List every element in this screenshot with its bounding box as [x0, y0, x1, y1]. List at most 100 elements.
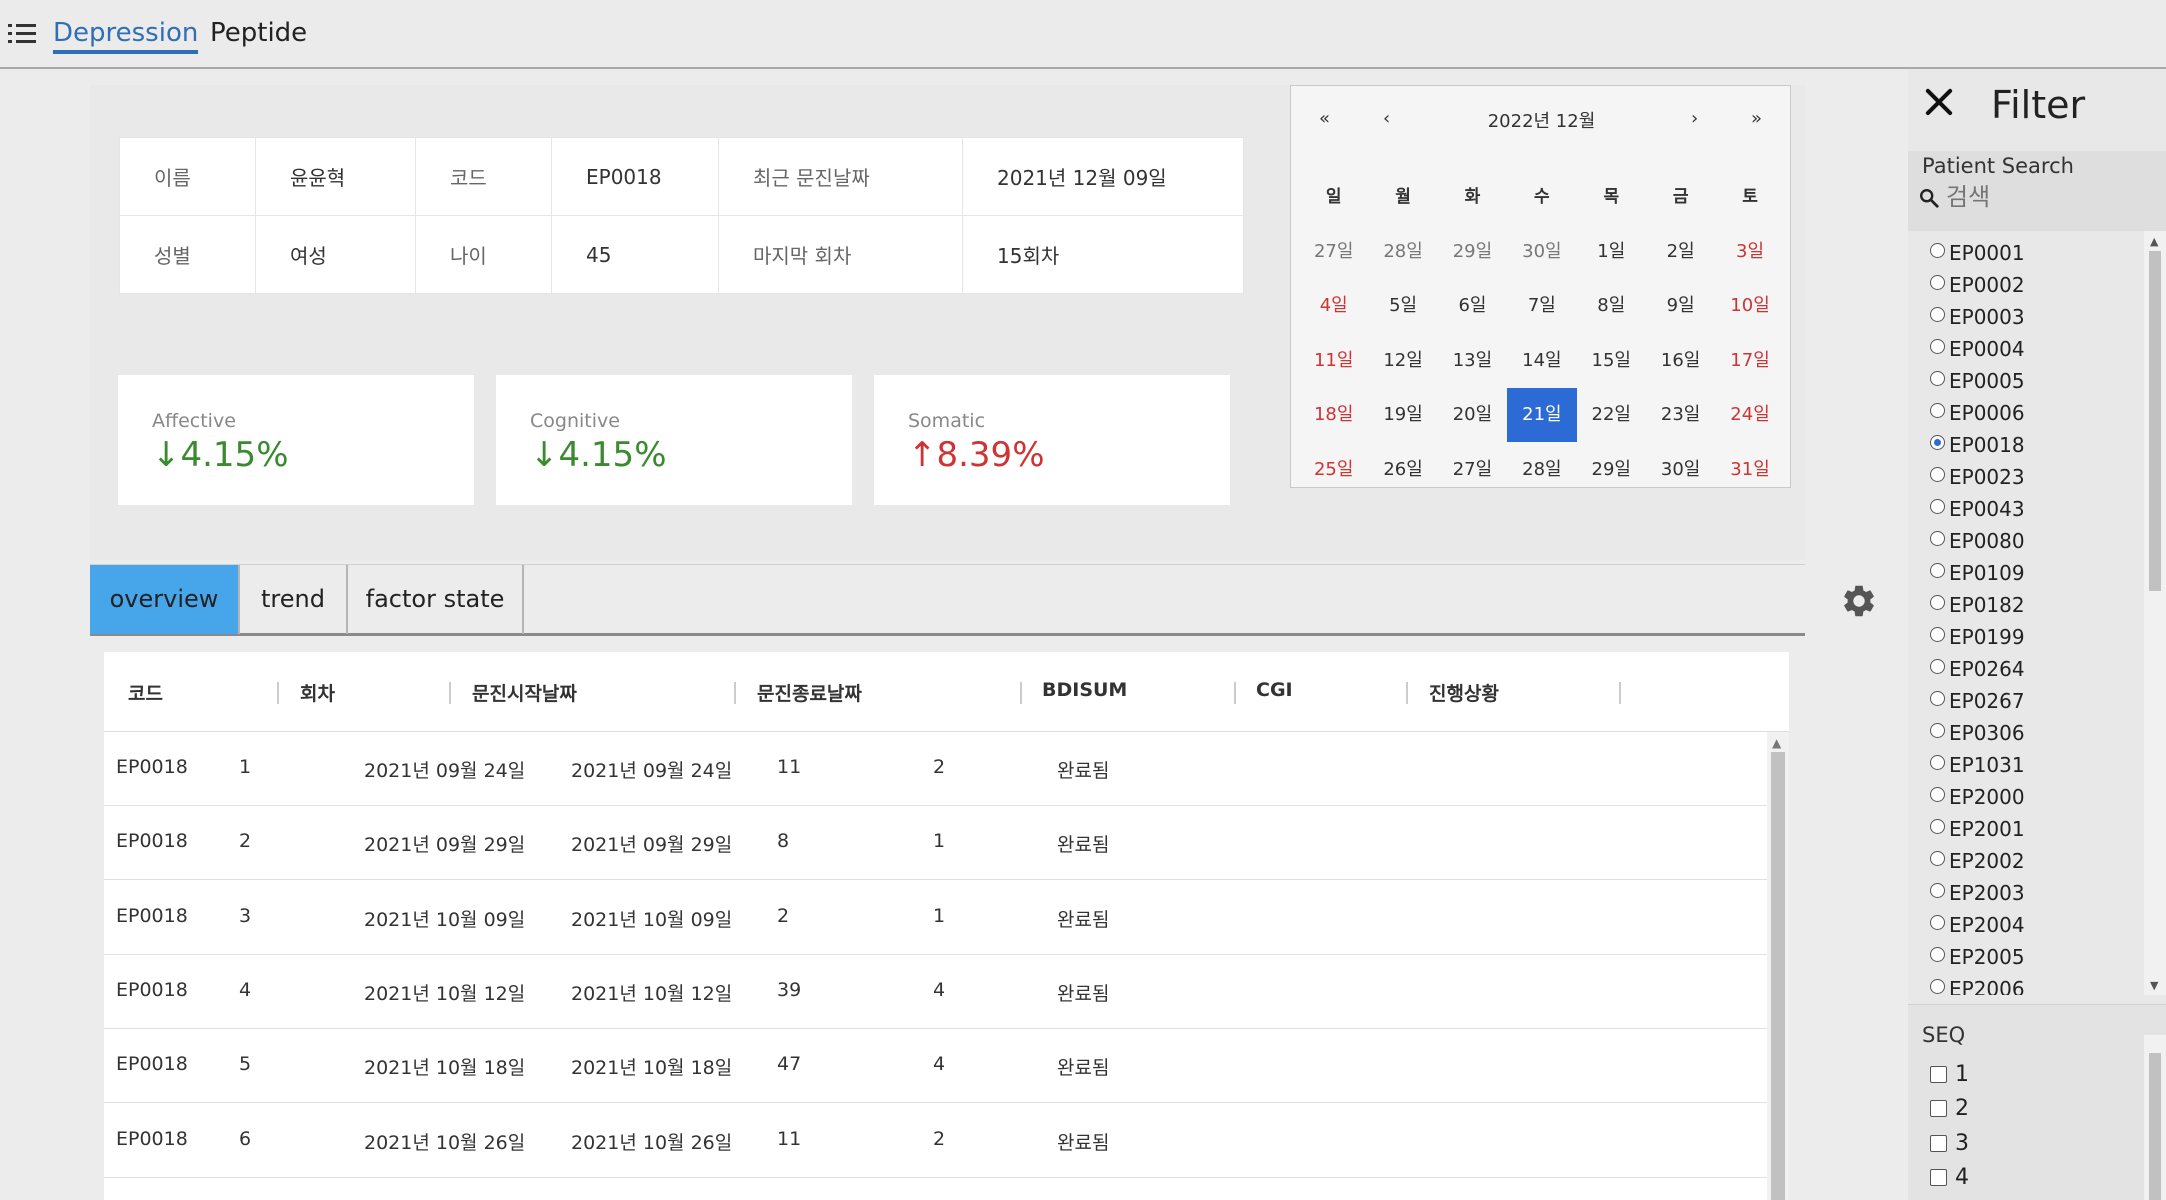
col-end-date[interactable]: 문진종료날짜	[757, 679, 862, 706]
patient-option[interactable]: EP0001	[1908, 237, 2144, 269]
patient-option[interactable]: EP2004	[1908, 909, 2144, 941]
tab-trend[interactable]: trend	[240, 565, 348, 634]
gear-icon[interactable]	[1840, 582, 1878, 620]
table-row[interactable]: EP0018 4 2021년 10월 12일 2021년 10월 12일 39 4 완료됨	[104, 955, 1767, 1029]
radio-button[interactable]	[1930, 530, 1945, 546]
radio-button[interactable]	[1930, 786, 1945, 802]
checkbox[interactable]	[1930, 1065, 1947, 1083]
calendar-day[interactable]: 26일	[1368, 443, 1437, 497]
scroll-up-icon[interactable]: ▲	[2150, 235, 2158, 248]
calendar-day[interactable]: 4일	[1299, 279, 1368, 333]
calendar-day[interactable]: 27일	[1299, 225, 1368, 279]
radio-button[interactable]	[1930, 882, 1945, 898]
calendar-day[interactable]: 8일	[1577, 279, 1646, 333]
scroll-down-icon[interactable]: ▼	[2150, 979, 2158, 992]
column-divider[interactable]	[449, 682, 451, 704]
patient-option[interactable]: EP0264	[1908, 653, 2144, 685]
radio-button[interactable]	[1930, 690, 1945, 706]
tab-factor-state[interactable]: factor state	[348, 565, 524, 634]
calendar-day[interactable]: 25일	[1299, 443, 1368, 497]
calendar-day[interactable]: 27일	[1438, 443, 1507, 497]
radio-button[interactable]	[1930, 370, 1945, 386]
radio-button[interactable]	[1930, 626, 1945, 642]
radio-button[interactable]	[1930, 658, 1945, 674]
seq-scrollbar[interactable]	[2144, 1035, 2166, 1200]
calendar-day[interactable]: 18일	[1299, 388, 1368, 442]
radio-button[interactable]	[1930, 466, 1945, 482]
patient-option[interactable]: EP2003	[1908, 877, 2144, 909]
col-cgi[interactable]: CGI	[1256, 679, 1293, 701]
next-year-button[interactable]: »	[1751, 108, 1762, 129]
calendar-day[interactable]: 19일	[1368, 388, 1437, 442]
calendar-day[interactable]: 23일	[1646, 388, 1715, 442]
radio-button[interactable]	[1930, 498, 1945, 514]
radio-button[interactable]	[1930, 818, 1945, 834]
calendar-day[interactable]: 17일	[1715, 334, 1784, 388]
column-divider[interactable]	[1020, 682, 1022, 704]
column-divider[interactable]	[1619, 682, 1621, 704]
calendar-day[interactable]: 31일	[1715, 443, 1784, 497]
col-start-date[interactable]: 문진시작날짜	[472, 679, 577, 706]
seq-option[interactable]: 1	[1930, 1057, 1969, 1092]
column-divider[interactable]	[734, 682, 736, 704]
patient-option[interactable]: EP0109	[1908, 557, 2144, 589]
table-row[interactable]: EP0018 3 2021년 10월 09일 2021년 10월 09일 2 1 완료됨	[104, 881, 1767, 955]
calendar-day[interactable]: 30일	[1507, 225, 1576, 279]
calendar-day[interactable]: 29일	[1438, 225, 1507, 279]
calendar-day[interactable]: 9일	[1646, 279, 1715, 333]
radio-button[interactable]	[1930, 594, 1945, 610]
nav-depression[interactable]: Depression	[53, 18, 199, 54]
patient-list-scrollbar[interactable]: ▲ ▼	[2144, 231, 2166, 995]
patient-option[interactable]: EP0002	[1908, 269, 2144, 301]
radio-button[interactable]	[1930, 242, 1945, 258]
calendar-day[interactable]: 11일	[1299, 334, 1368, 388]
col-bdisum[interactable]: BDISUM	[1042, 679, 1127, 701]
patient-option[interactable]: EP2006	[1908, 973, 2144, 995]
radio-button[interactable]	[1930, 850, 1945, 866]
patient-option[interactable]: EP0018	[1908, 429, 2144, 461]
patient-option[interactable]: EP2002	[1908, 845, 2144, 877]
calendar-day[interactable]: 10일	[1715, 279, 1784, 333]
scroll-up-icon[interactable]: ▲	[1772, 736, 1781, 750]
patient-option[interactable]: EP0003	[1908, 301, 2144, 333]
column-divider[interactable]	[1406, 682, 1408, 704]
radio-button[interactable]	[1930, 978, 1945, 994]
tab-overview[interactable]: overview	[90, 565, 240, 634]
col-session[interactable]: 회차	[300, 679, 335, 706]
patient-option[interactable]: EP0080	[1908, 525, 2144, 557]
table-scrollbar[interactable]: ▲	[1767, 732, 1789, 1200]
calendar-day[interactable]: 24일	[1715, 388, 1784, 442]
radio-button[interactable]	[1930, 914, 1945, 930]
radio-button[interactable]	[1930, 946, 1945, 962]
calendar-day[interactable]: 16일	[1646, 334, 1715, 388]
nav-peptide[interactable]: Peptide	[210, 18, 307, 48]
calendar-day[interactable]: 2일	[1646, 225, 1715, 279]
radio-button[interactable]	[1930, 754, 1945, 770]
patient-option[interactable]: EP0182	[1908, 589, 2144, 621]
scrollbar-thumb[interactable]	[2149, 1053, 2161, 1200]
calendar-day[interactable]: 3일	[1715, 225, 1784, 279]
next-month-button[interactable]: ›	[1691, 108, 1698, 129]
calendar-day[interactable]: 28일	[1368, 225, 1437, 279]
calendar-day[interactable]: 12일	[1368, 334, 1437, 388]
seq-option[interactable]: 2	[1930, 1092, 1969, 1127]
list-menu-icon[interactable]	[8, 24, 36, 44]
radio-button[interactable]	[1930, 274, 1945, 290]
patient-option[interactable]: EP0306	[1908, 717, 2144, 749]
seq-option[interactable]: 3	[1930, 1126, 1969, 1161]
radio-button[interactable]	[1930, 434, 1945, 450]
scrollbar-thumb[interactable]	[2149, 251, 2161, 591]
checkbox[interactable]	[1930, 1169, 1947, 1187]
col-code[interactable]: 코드	[128, 679, 163, 706]
close-icon[interactable]	[1920, 83, 1958, 121]
radio-button[interactable]	[1930, 562, 1945, 578]
patient-option[interactable]: EP1031	[1908, 749, 2144, 781]
calendar-day[interactable]: 14일	[1507, 334, 1576, 388]
column-divider[interactable]	[1234, 682, 1236, 704]
calendar-day[interactable]: 7일	[1507, 279, 1576, 333]
calendar-day[interactable]: 6일	[1438, 279, 1507, 333]
table-row[interactable]: EP0018 1 2021년 09월 24일 2021년 09월 24일 11 2 완료됨	[104, 732, 1767, 806]
patient-option[interactable]: EP2001	[1908, 813, 2144, 845]
radio-button[interactable]	[1930, 402, 1945, 418]
patient-option[interactable]: EP0023	[1908, 461, 2144, 493]
